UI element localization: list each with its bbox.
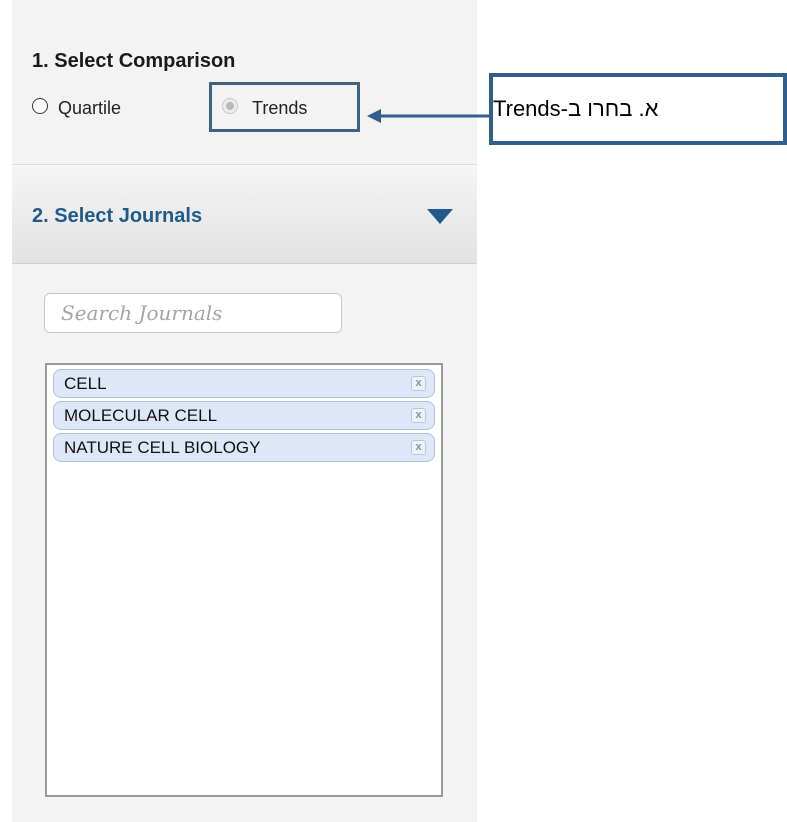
journal-chip-label: MOLECULAR CELL xyxy=(64,406,218,425)
remove-icon[interactable]: x xyxy=(411,408,426,423)
search-journals-input[interactable] xyxy=(59,300,333,326)
journals-section-title: 2. Select Journals xyxy=(32,205,203,227)
instruction-callout-text: א. בחרו ב-Trends xyxy=(493,96,659,121)
journal-chip: CELL x xyxy=(53,369,435,398)
arrow-left-icon xyxy=(367,109,493,123)
quartile-radio[interactable] xyxy=(32,98,48,114)
search-journals-field[interactable] xyxy=(44,293,342,333)
journal-chip-label: NATURE CELL BIOLOGY xyxy=(64,438,261,457)
journal-chip: NATURE CELL BIOLOGY x xyxy=(53,433,435,462)
journals-section-header[interactable]: 2. Select Journals xyxy=(12,165,477,264)
remove-icon[interactable]: x xyxy=(411,376,426,391)
trends-highlight-box xyxy=(209,82,360,132)
quartile-radio-label[interactable]: Quartile xyxy=(58,98,121,119)
journal-chip-label: CELL xyxy=(64,374,107,393)
comparison-section-title: 1. Select Comparison xyxy=(32,50,236,72)
remove-icon[interactable]: x xyxy=(411,440,426,455)
selected-journals-list: CELL x MOLECULAR CELL x NATURE CELL BIOL… xyxy=(45,363,443,797)
instruction-callout: א. בחרו ב-Trends xyxy=(489,73,787,145)
journal-chip: MOLECULAR CELL x xyxy=(53,401,435,430)
triangle-down-icon[interactable] xyxy=(427,209,453,225)
